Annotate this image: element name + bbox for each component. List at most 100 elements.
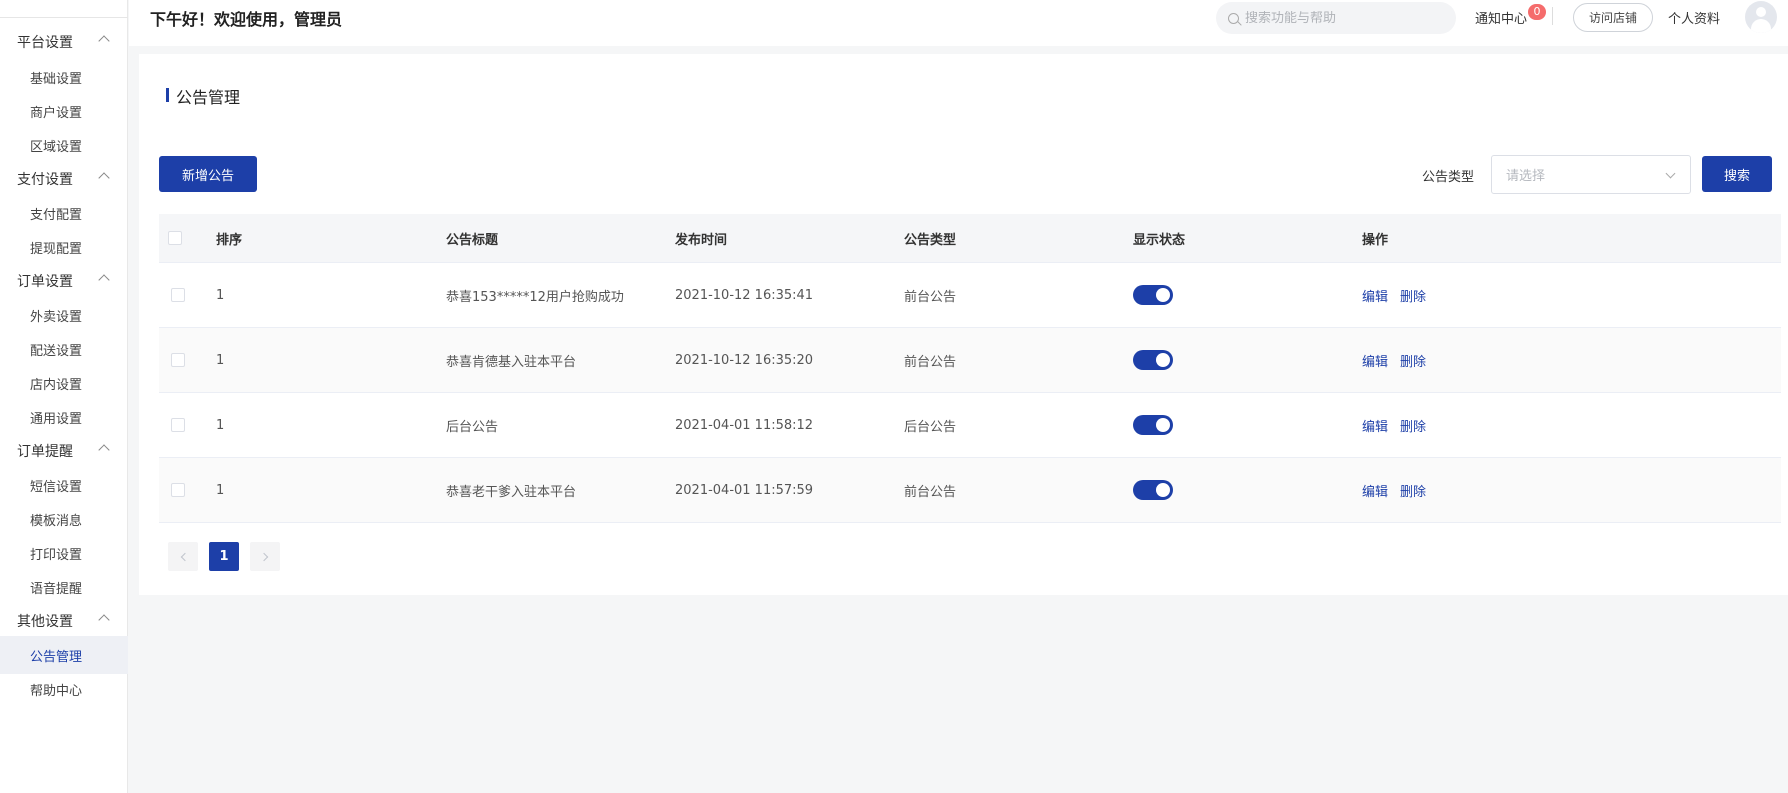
type-cell: 后台公告 <box>904 419 957 435</box>
sidebar-item-general[interactable]: 通用设置 <box>0 398 128 436</box>
row-checkbox-cell <box>171 328 185 392</box>
sidebar-group-label: 支付设置 <box>17 172 73 188</box>
title-cell: 恭喜肯德基入驻本平台 <box>446 354 577 370</box>
sidebar-group-label: 其他设置 <box>17 614 73 630</box>
edit-link[interactable]: 编辑 <box>1362 286 1388 305</box>
chevron-right-icon <box>259 552 268 561</box>
visibility-toggle[interactable] <box>1133 480 1173 500</box>
sidebar-item-template[interactable]: 模板消息 <box>0 500 128 538</box>
actions-cell: 编辑 删除 <box>1362 393 1438 457</box>
sidebar-item-basic[interactable]: 基础设置 <box>0 58 128 96</box>
row-checkbox-cell <box>171 458 185 522</box>
user-icon <box>1756 7 1766 17</box>
table-row: 1 恭喜肯德基入驻本平台 2021-10-12 16:35:20 前台公告 编辑… <box>159 328 1781 393</box>
visibility-toggle[interactable] <box>1133 285 1173 305</box>
sidebar-group-platform[interactable]: 平台设置 <box>0 23 128 61</box>
row-checkbox[interactable] <box>171 418 185 432</box>
notify-count-badge: 0 <box>1528 4 1546 20</box>
sidebar-item-withdraw[interactable]: 提现配置 <box>0 228 128 266</box>
title-cell: 后台公告 <box>446 419 499 435</box>
delete-link[interactable]: 删除 <box>1400 416 1426 435</box>
sidebar-item-pay-config[interactable]: 支付配置 <box>0 194 128 232</box>
sidebar-item-label: 语音提醒 <box>30 581 83 597</box>
sidebar: 平台设置 基础设置 商户设置 区域设置 支付设置 支付配置 提现配置 订单设置 … <box>0 0 128 793</box>
row-checkbox[interactable] <box>171 288 185 302</box>
actions-cell: 编辑 删除 <box>1362 263 1438 327</box>
sidebar-item-region[interactable]: 区域设置 <box>0 126 128 164</box>
sidebar-item-voice[interactable]: 语音提醒 <box>0 568 128 606</box>
search-button[interactable]: 搜索 <box>1702 156 1772 192</box>
sidebar-group-label: 平台设置 <box>17 35 73 51</box>
row-checkbox-cell <box>171 393 185 457</box>
row-checkbox[interactable] <box>171 483 185 497</box>
chevron-up-icon <box>98 444 110 456</box>
edit-link[interactable]: 编辑 <box>1362 481 1388 500</box>
table-row: 1 后台公告 2021-04-01 11:58:12 后台公告 编辑 删除 <box>159 393 1781 458</box>
main-card: 公告管理 新增公告 公告类型 请选择 搜索 排序 公告标题 发布时间 公告类型 … <box>139 54 1788 595</box>
search-input[interactable] <box>1245 10 1435 26</box>
add-announcement-button[interactable]: 新增公告 <box>159 156 257 192</box>
sort-cell: 1 <box>216 482 225 498</box>
chevron-down-icon <box>1665 168 1676 179</box>
sidebar-item-label: 区域设置 <box>30 139 83 155</box>
sidebar-item-dinein[interactable]: 店内设置 <box>0 364 128 402</box>
notify-center-link[interactable]: 通知中心 <box>1475 8 1527 27</box>
status-cell <box>1133 458 1173 522</box>
sidebar-group-order[interactable]: 订单设置 <box>0 262 128 300</box>
sort-cell: 1 <box>216 417 225 433</box>
delete-link[interactable]: 删除 <box>1400 351 1426 370</box>
sidebar-group-label: 订单设置 <box>17 274 73 290</box>
visibility-toggle[interactable] <box>1133 415 1173 435</box>
sidebar-item-merchant[interactable]: 商户设置 <box>0 92 128 130</box>
type-cell: 前台公告 <box>904 289 957 305</box>
sidebar-item-label: 公告管理 <box>30 649 83 665</box>
sidebar-item-sms[interactable]: 短信设置 <box>0 466 128 504</box>
column-header: 公告类型 <box>904 232 957 248</box>
table-header: 排序 公告标题 发布时间 公告类型 显示状态 操作 <box>159 214 1781 263</box>
sidebar-item-label: 支付配置 <box>30 207 83 223</box>
visibility-toggle[interactable] <box>1133 350 1173 370</box>
column-header: 排序 <box>216 232 243 248</box>
sidebar-item-label: 通用设置 <box>30 411 83 427</box>
edit-link[interactable]: 编辑 <box>1362 351 1388 370</box>
announcement-table: 排序 公告标题 发布时间 公告类型 显示状态 操作 1 恭喜153*****12… <box>159 214 1781 523</box>
select-all-cell <box>168 214 182 262</box>
visit-store-button[interactable]: 访问店铺 <box>1573 3 1653 32</box>
sidebar-group-other[interactable]: 其他设置 <box>0 602 128 640</box>
sidebar-item-delivery[interactable]: 配送设置 <box>0 330 128 368</box>
time-cell: 2021-04-01 11:57:59 <box>675 482 814 498</box>
sidebar-item-print[interactable]: 打印设置 <box>0 534 128 572</box>
delete-link[interactable]: 删除 <box>1400 286 1426 305</box>
sidebar-group-payment[interactable]: 支付设置 <box>0 160 128 198</box>
sidebar-item-label: 配送设置 <box>30 343 83 359</box>
sidebar-item-label: 提现配置 <box>30 241 83 257</box>
search-box[interactable] <box>1216 2 1456 34</box>
announcement-type-select[interactable]: 请选择 <box>1491 155 1691 194</box>
sidebar-group-reminder[interactable]: 订单提醒 <box>0 432 128 470</box>
edit-link[interactable]: 编辑 <box>1362 416 1388 435</box>
next-page-button[interactable] <box>250 542 280 571</box>
actions-cell: 编辑 删除 <box>1362 458 1438 522</box>
type-cell: 前台公告 <box>904 484 957 500</box>
chevron-left-icon <box>180 552 189 561</box>
pagination: 1 <box>168 542 280 571</box>
profile-link[interactable]: 个人资料 <box>1668 8 1720 27</box>
avatar[interactable] <box>1745 1 1777 33</box>
row-checkbox-cell <box>171 263 185 327</box>
page-number-button[interactable]: 1 <box>209 542 239 571</box>
select-all-checkbox[interactable] <box>168 231 182 245</box>
time-cell: 2021-10-12 16:35:41 <box>675 287 814 303</box>
prev-page-button[interactable] <box>168 542 198 571</box>
row-checkbox[interactable] <box>171 353 185 367</box>
sidebar-item-announcements[interactable]: 公告管理 <box>0 636 128 674</box>
sidebar-item-help[interactable]: 帮助中心 <box>0 670 128 708</box>
delete-link[interactable]: 删除 <box>1400 481 1426 500</box>
sidebar-item-label: 短信设置 <box>30 479 83 495</box>
sidebar-item-takeout[interactable]: 外卖设置 <box>0 296 128 334</box>
time-cell: 2021-10-12 16:35:20 <box>675 352 814 368</box>
chevron-up-icon <box>98 274 110 286</box>
sidebar-item-label: 模板消息 <box>30 513 83 529</box>
user-icon-body <box>1751 19 1771 33</box>
sidebar-item-label: 商户设置 <box>30 105 83 121</box>
chevron-up-icon <box>98 172 110 184</box>
